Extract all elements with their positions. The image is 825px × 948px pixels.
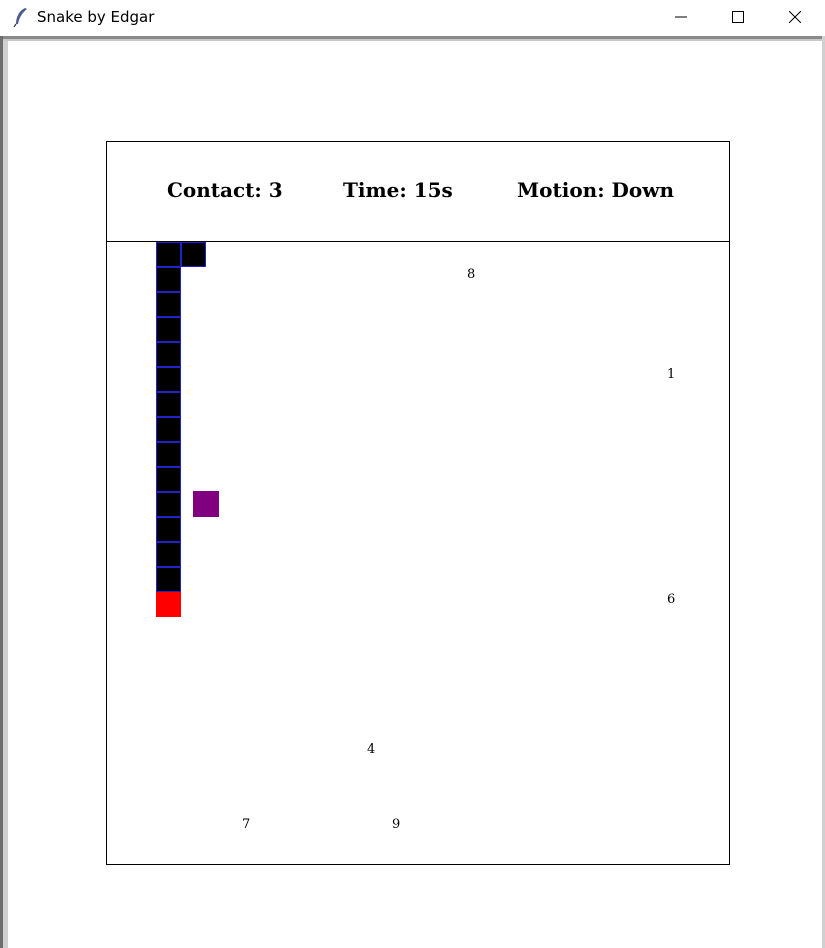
number-marker: 9	[392, 817, 401, 832]
snake-segment	[156, 567, 181, 592]
close-icon	[789, 11, 801, 23]
snake-segment	[156, 517, 181, 542]
play-field[interactable]: 8 1 6 4 7 9	[107, 242, 729, 864]
number-marker: 7	[242, 817, 251, 832]
motion-indicator: Motion: Down	[517, 178, 674, 202]
snake-segment	[156, 242, 181, 267]
maximize-button[interactable]	[710, 0, 768, 36]
number-marker: 8	[467, 267, 476, 282]
title-bar: Snake by Edgar	[0, 0, 825, 36]
feather-icon	[12, 7, 30, 28]
snake-segment	[156, 267, 181, 292]
food-block	[193, 491, 219, 517]
maximize-icon	[732, 11, 744, 23]
time-counter: Time: 15s	[343, 178, 453, 202]
window-frame-left-inner	[3, 41, 8, 948]
snake-segment	[156, 442, 181, 467]
snake-segment	[156, 492, 181, 517]
window-frame-top-inner	[0, 39, 825, 41]
snake-segment	[156, 417, 181, 442]
number-marker: 6	[667, 592, 676, 607]
snake-segment	[181, 242, 206, 267]
score-panel: Contact: 3 Time: 15s Motion: Down	[107, 142, 729, 242]
snake-head	[156, 592, 181, 617]
snake-segment	[156, 317, 181, 342]
snake-segment	[156, 342, 181, 367]
game-board[interactable]: Contact: 3 Time: 15s Motion: Down 8 1 6 …	[106, 141, 730, 865]
snake-segment	[156, 542, 181, 567]
snake-segment	[156, 392, 181, 417]
minimize-icon	[675, 16, 687, 18]
contact-counter: Contact: 3	[167, 178, 283, 202]
close-button[interactable]	[767, 0, 825, 36]
number-marker: 4	[367, 742, 376, 757]
snake-segment	[156, 292, 181, 317]
number-marker: 1	[667, 367, 676, 382]
window-title: Snake by Edgar	[37, 8, 155, 26]
snake-segment	[156, 367, 181, 392]
minimize-button[interactable]	[653, 0, 711, 36]
snake-segment	[156, 467, 181, 492]
